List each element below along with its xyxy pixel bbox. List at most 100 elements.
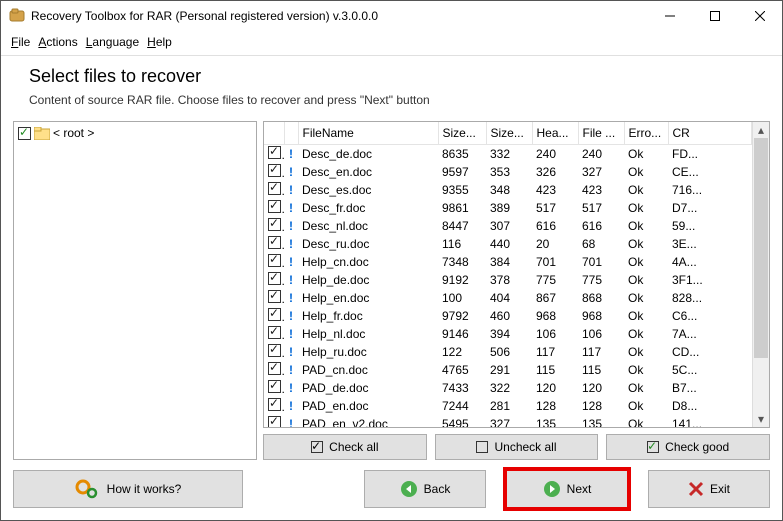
cell-c5: Ok bbox=[624, 181, 668, 199]
row-checkbox[interactable] bbox=[268, 416, 281, 427]
file-status-icon: ! bbox=[284, 145, 298, 164]
close-button[interactable] bbox=[737, 1, 782, 31]
row-checkbox[interactable] bbox=[268, 272, 281, 285]
minimize-button[interactable] bbox=[647, 1, 692, 31]
cell-c2: 327 bbox=[486, 415, 532, 427]
cell-c2: 404 bbox=[486, 289, 532, 307]
gears-icon bbox=[75, 479, 99, 499]
check-all-button[interactable]: Check all bbox=[263, 434, 427, 460]
tree-root-item[interactable]: < root > bbox=[18, 126, 252, 140]
cell-c3: 106 bbox=[532, 325, 578, 343]
cell-filename: Help_de.doc bbox=[298, 271, 438, 289]
row-checkbox[interactable] bbox=[268, 146, 281, 159]
col-size2[interactable]: Size... bbox=[486, 122, 532, 145]
cell-c2: 460 bbox=[486, 307, 532, 325]
menu-bar: File Actions Language Help bbox=[1, 31, 782, 56]
cell-c2: 307 bbox=[486, 217, 532, 235]
col-filename[interactable]: FileName bbox=[298, 122, 438, 145]
cell-c2: 378 bbox=[486, 271, 532, 289]
file-status-icon: ! bbox=[284, 343, 298, 361]
row-checkbox[interactable] bbox=[268, 344, 281, 357]
scroll-down-icon[interactable]: ▾ bbox=[753, 411, 769, 427]
cell-c1: 4765 bbox=[438, 361, 486, 379]
folder-icon bbox=[34, 127, 50, 140]
cell-c3: 135 bbox=[532, 415, 578, 427]
file-status-icon: ! bbox=[284, 307, 298, 325]
table-row[interactable]: !PAD_en.doc7244281128128OkD8... bbox=[264, 397, 752, 415]
col-err[interactable]: Erro... bbox=[624, 122, 668, 145]
cell-c5: Ok bbox=[624, 397, 668, 415]
cell-c5: Ok bbox=[624, 343, 668, 361]
col-hea[interactable]: Hea... bbox=[532, 122, 578, 145]
row-checkbox[interactable] bbox=[268, 254, 281, 267]
table-row[interactable]: !Help_cn.doc7348384701701Ok4A... bbox=[264, 253, 752, 271]
table-row[interactable]: !PAD_de.doc7433322120120OkB7... bbox=[264, 379, 752, 397]
cell-c2: 394 bbox=[486, 325, 532, 343]
cell-c3: 701 bbox=[532, 253, 578, 271]
scroll-up-icon[interactable]: ▴ bbox=[753, 122, 769, 138]
table-row[interactable]: !Desc_fr.doc9861389517517OkD7... bbox=[264, 199, 752, 217]
cell-c5: Ok bbox=[624, 217, 668, 235]
row-checkbox[interactable] bbox=[268, 380, 281, 393]
table-row[interactable]: !Help_en.doc100404867868Ok828... bbox=[264, 289, 752, 307]
file-list[interactable]: FileName Size... Size... Hea... File ...… bbox=[263, 121, 770, 428]
table-row[interactable]: !Help_nl.doc9146394106106Ok7A... bbox=[264, 325, 752, 343]
exit-button[interactable]: Exit bbox=[648, 470, 770, 508]
checkbox-icon[interactable] bbox=[18, 127, 31, 140]
how-it-works-button[interactable]: How it works? bbox=[13, 470, 243, 508]
table-row[interactable]: !PAD_en_v2.doc5495327135135Ok141... bbox=[264, 415, 752, 427]
row-checkbox[interactable] bbox=[268, 326, 281, 339]
table-row[interactable]: !PAD_cn.doc4765291115115Ok5C... bbox=[264, 361, 752, 379]
cell-c6: D8... bbox=[668, 397, 752, 415]
row-checkbox[interactable] bbox=[268, 200, 281, 213]
col-size1[interactable]: Size... bbox=[438, 122, 486, 145]
table-header-row: FileName Size... Size... Hea... File ...… bbox=[264, 122, 752, 145]
menu-file[interactable]: File bbox=[9, 33, 32, 51]
table-row[interactable]: !Desc_nl.doc8447307616616Ok59... bbox=[264, 217, 752, 235]
uncheck-all-button[interactable]: Uncheck all bbox=[435, 434, 599, 460]
table-row[interactable]: !Desc_de.doc8635332240240OkFD... bbox=[264, 145, 752, 164]
cell-c4: 106 bbox=[578, 325, 624, 343]
cell-c4: 68 bbox=[578, 235, 624, 253]
row-checkbox[interactable] bbox=[268, 398, 281, 411]
row-checkbox[interactable] bbox=[268, 164, 281, 177]
table-row[interactable]: !Desc_en.doc9597353326327OkCE... bbox=[264, 163, 752, 181]
table-row[interactable]: !Help_de.doc9192378775775Ok3F1... bbox=[264, 271, 752, 289]
cell-c5: Ok bbox=[624, 415, 668, 427]
back-button[interactable]: Back bbox=[364, 470, 486, 508]
file-status-icon: ! bbox=[284, 271, 298, 289]
col-file[interactable]: File ... bbox=[578, 122, 624, 145]
row-checkbox[interactable] bbox=[268, 308, 281, 321]
file-status-icon: ! bbox=[284, 379, 298, 397]
row-checkbox[interactable] bbox=[268, 236, 281, 249]
row-checkbox[interactable] bbox=[268, 182, 281, 195]
cell-c2: 353 bbox=[486, 163, 532, 181]
scroll-thumb[interactable] bbox=[754, 138, 768, 358]
cell-filename: Desc_es.doc bbox=[298, 181, 438, 199]
cell-c6: 141... bbox=[668, 415, 752, 427]
cell-c6: 716... bbox=[668, 181, 752, 199]
menu-actions[interactable]: Actions bbox=[36, 33, 79, 51]
cell-c3: 20 bbox=[532, 235, 578, 253]
next-button[interactable]: Next bbox=[506, 470, 628, 508]
menu-language[interactable]: Language bbox=[84, 33, 141, 51]
row-checkbox[interactable] bbox=[268, 218, 281, 231]
col-cr[interactable]: CR bbox=[668, 122, 752, 145]
table-row[interactable]: !Desc_es.doc9355348423423Ok716... bbox=[264, 181, 752, 199]
file-status-icon: ! bbox=[284, 163, 298, 181]
file-status-icon: ! bbox=[284, 253, 298, 271]
table-row[interactable]: !Desc_ru.doc1164402068Ok3E... bbox=[264, 235, 752, 253]
row-checkbox[interactable] bbox=[268, 362, 281, 375]
cell-c4: 240 bbox=[578, 145, 624, 164]
menu-help[interactable]: Help bbox=[145, 33, 174, 51]
maximize-button[interactable] bbox=[692, 1, 737, 31]
cell-c4: 616 bbox=[578, 217, 624, 235]
folder-tree[interactable]: < root > bbox=[13, 121, 257, 460]
vertical-scrollbar[interactable]: ▴ ▾ bbox=[752, 122, 769, 427]
row-checkbox[interactable] bbox=[268, 290, 281, 303]
check-good-button[interactable]: Check good bbox=[606, 434, 770, 460]
cell-c3: 423 bbox=[532, 181, 578, 199]
cell-c1: 7348 bbox=[438, 253, 486, 271]
table-row[interactable]: !Help_fr.doc9792460968968OkC6... bbox=[264, 307, 752, 325]
table-row[interactable]: !Help_ru.doc122506117117OkCD... bbox=[264, 343, 752, 361]
